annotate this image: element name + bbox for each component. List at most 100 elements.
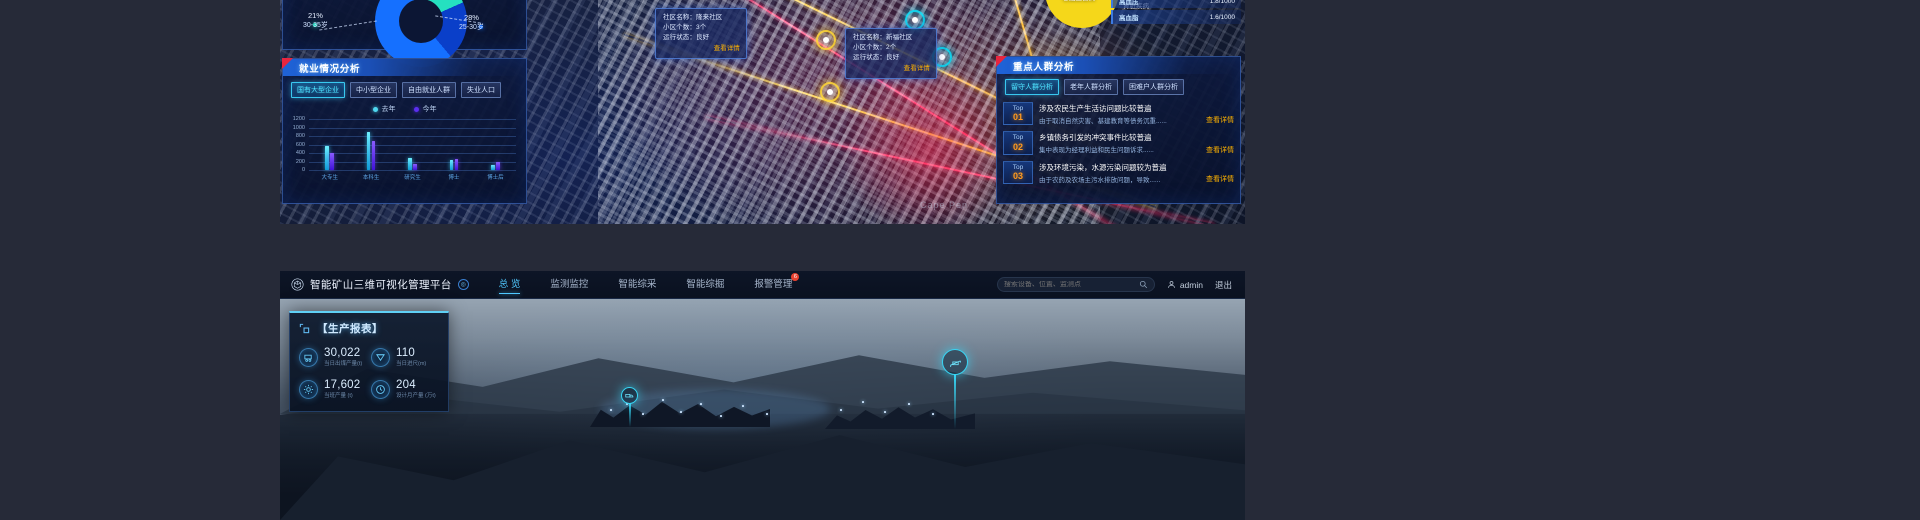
light-point: [610, 409, 612, 411]
employment-analysis-card: 就业情况分析 国有大型企业 中小型企业 自由就业人群 失业人口 去年 今年 12…: [282, 58, 527, 204]
list-item[interactable]: Top 01 涉及农民生产生活访问题比较普遍 由于取消自然灾害、基建教育等债务沉…: [997, 99, 1240, 128]
cube-logo-icon: [291, 278, 304, 291]
legend-item-this-year: 今年: [413, 104, 437, 114]
stat-label: 当班产量 (t): [324, 392, 353, 399]
popup-count-label: 小区个数：: [853, 44, 886, 52]
employment-tabs: 国有大型企业 中小型企业 自由就业人群 失业人口: [283, 76, 526, 98]
list-item-title: 乡镇债务引发的冲突事件比较普遍: [1039, 133, 1152, 143]
stat-value: 17,602: [324, 379, 361, 392]
age-pie-range: 30-35岁: [303, 22, 328, 29]
employment-card-header: 就业情况分析: [282, 58, 526, 76]
brand: 智能矿山三维可视化管理平台 ◎: [280, 277, 469, 292]
map-marker-alert[interactable]: [816, 30, 836, 50]
list-item-more-link[interactable]: 查看详情: [1206, 174, 1234, 184]
nav-item-overview[interactable]: 总 览: [498, 276, 520, 294]
popup-detail-link[interactable]: 查看详情: [853, 64, 930, 74]
chart-bar: [330, 153, 334, 170]
chart-y-tick: 200: [295, 158, 305, 165]
chart-y-tick: 400: [295, 150, 305, 156]
legend-label: 去年: [381, 106, 396, 113]
info-badge-icon[interactable]: ◎: [457, 279, 469, 290]
crowd-tab-1[interactable]: 老年人群分析: [1064, 79, 1118, 95]
gear-icon: [299, 379, 318, 399]
list-item[interactable]: Top 03 涉及环境污染，水源污染问题较为普遍 由于农药及农场主污水排放问题，…: [997, 158, 1240, 187]
stat-value: 110: [396, 347, 415, 359]
nav-items: 总 览 监测监控 智能综采 智能综掘 报警管理 6: [498, 273, 800, 294]
crowd-tab-2[interactable]: 困难户人群分析: [1123, 79, 1184, 95]
popup-status-value: 良好: [886, 54, 900, 62]
stat-value: 204: [396, 379, 416, 392]
user-icon: [1167, 281, 1175, 288]
expand-icon[interactable]: [299, 323, 310, 334]
mine-site-marker[interactable]: [942, 349, 968, 375]
table-row: 高血压 1.8/1000: [1111, 0, 1241, 8]
search-box[interactable]: [996, 277, 1155, 292]
key-crowd-analysis-card: 重点人群分析 留守人群分析 老年人群分析 困难户人群分析 Top 01 涉及农民…: [996, 56, 1241, 204]
chart-bar-group: [475, 119, 516, 170]
stat-design-monthly-output: 204 设计月产量 (万t): [371, 379, 439, 399]
list-item-desc: 集中表现为经理利益和民生问题诉求......: [1039, 147, 1154, 155]
employment-tab-0[interactable]: 国有大型企业: [291, 82, 345, 98]
chart-x-tick: 研究生: [404, 175, 421, 181]
popup-name-label: 社区名称：: [663, 14, 696, 21]
chart-bar: [371, 140, 376, 170]
chart-gridline: [309, 170, 516, 171]
user-menu[interactable]: admin: [1167, 280, 1203, 290]
crowd-tabs: 留守人群分析 老年人群分析 困难户人群分析: [997, 74, 1240, 95]
corner-triangle-icon: [282, 58, 293, 69]
map-marker-alert[interactable]: [820, 82, 840, 102]
popup-name-value: 新福社区: [886, 34, 913, 41]
mine-dashboard: 智能矿山三维可视化管理平台 ◎ 总 览 监测监控 智能综采 智能综掘 报警管理 …: [280, 271, 1245, 520]
mine-site-marker-secondary[interactable]: [621, 387, 638, 404]
nav-item-alarm-management[interactable]: 报警管理 6: [754, 273, 800, 293]
top-navigation-bar: 智能矿山三维可视化管理平台 ◎ 总 览 监测监控 智能综采 智能综掘 报警管理 …: [280, 271, 1245, 299]
list-item-more-link[interactable]: 查看详情: [1206, 145, 1234, 155]
logout-button[interactable]: 退出: [1215, 279, 1232, 291]
employment-legend: 去年 今年: [283, 104, 526, 114]
rank-badge: Top 01: [1003, 102, 1033, 126]
age-pie-label: 21% 30-35岁: [303, 11, 328, 30]
map-popup-community[interactable]: 社区名称：新福社区 小区个数：2个 运行状态：良好 查看详情: [845, 28, 937, 80]
user-name: admin: [1179, 279, 1203, 290]
nav-item-smart-mining[interactable]: 智能综采: [618, 276, 656, 293]
stat-shift-output: 17,602 当班产量 (t): [299, 379, 367, 399]
production-report-header: 【生产报表】: [290, 313, 448, 342]
employment-tab-2[interactable]: 自由就业人群: [402, 82, 456, 98]
chart-y-tick: 0: [301, 167, 305, 173]
popup-status-label: 运行状态：: [663, 34, 696, 42]
search-icon[interactable]: [1139, 280, 1148, 289]
list-item-more-link[interactable]: 查看详情: [1206, 115, 1234, 125]
rank-badge: Top 03: [1003, 160, 1033, 185]
crowd-tab-0[interactable]: 留守人群分析: [1005, 79, 1059, 95]
map-marker-community[interactable]: [905, 10, 925, 30]
employment-tab-1[interactable]: 中小型企业: [350, 82, 397, 98]
disease-value: 1.8/1000: [1209, 0, 1235, 5]
nav-item-smart-tunneling[interactable]: 智能综掘: [686, 276, 724, 293]
stat-label: 设计月产量 (万t): [396, 392, 436, 399]
popup-detail-link[interactable]: 查看详情: [663, 44, 740, 54]
light-point: [884, 411, 886, 413]
age-pie-pct: 28%: [463, 13, 479, 22]
employment-tab-3[interactable]: 失业人口: [461, 82, 501, 98]
stat-label: 当日出煤产量(t): [324, 360, 363, 367]
disease-name: 高血压: [1119, 0, 1139, 6]
chart-bar: [496, 161, 500, 170]
nav-right-group: admin 退出: [996, 277, 1245, 292]
list-item-body: 乡镇债务引发的冲突事件比较普遍 集中表现为经理利益和民生问题诉求......: [1039, 132, 1200, 154]
chart-y-tick: 800: [295, 133, 305, 139]
disease-rate-table: 高血压 1.8/1000 高血脂 1.6/1000: [1111, 0, 1241, 26]
chart-bar: [413, 163, 417, 170]
search-input[interactable]: [1003, 281, 1139, 288]
age-pie-hole: [399, 0, 443, 43]
chart-y-tick: 600: [295, 141, 305, 148]
population-dashboard: Cape Pen 社区名称：隆来社区 小区个数：3个 运行状态：良好 查看详情 …: [280, 0, 1245, 224]
production-report-card: 【生产报表】 30,022 当日出煤产量(t) 110 当日进尺(m) 17,6…: [289, 311, 449, 413]
rank-number: 01: [1012, 112, 1023, 123]
chart-x-tick: 本科生: [362, 175, 380, 181]
nav-item-monitoring[interactable]: 监测监控: [550, 276, 588, 293]
map-popup-community[interactable]: 社区名称：隆来社区 小区个数：3个 运行状态：良好 查看详情: [655, 8, 747, 60]
popup-count-value: 3个: [696, 24, 707, 32]
stat-value: 30,022: [324, 347, 361, 359]
legend-item-last-year: 去年: [372, 104, 396, 114]
list-item[interactable]: Top 02 乡镇债务引发的冲突事件比较普遍 集中表现为经理利益和民生问题诉求.…: [997, 128, 1240, 157]
